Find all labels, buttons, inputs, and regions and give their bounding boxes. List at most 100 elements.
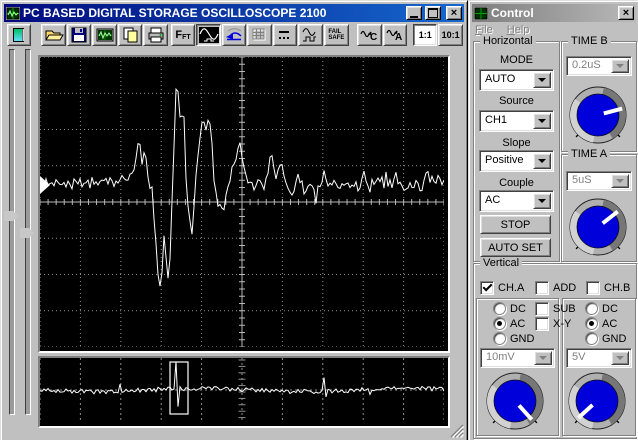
- scroll-mode-button[interactable]: [221, 24, 247, 46]
- fail-safe-label: FAIL SAFE: [328, 29, 345, 41]
- save-floppy-icon: [71, 27, 87, 43]
- gnd-label: GND: [602, 332, 627, 345]
- chb-dc-radio[interactable]: [585, 302, 598, 315]
- horizontal-group: Horizontal MODE AUTO Source CH1 Slope Po…: [473, 35, 560, 262]
- slope-combobox[interactable]: Positive: [479, 150, 554, 172]
- chb-volts-knob[interactable]: [566, 370, 628, 432]
- cha-dc-row: DC: [493, 302, 526, 315]
- fft-button[interactable]: F FT: [170, 24, 196, 46]
- add-checkbox-row: ADD: [535, 281, 576, 295]
- chb-gnd-radio[interactable]: [585, 332, 598, 345]
- probe-cal-a-button[interactable]: A: [382, 24, 407, 46]
- time-b-dropdown-arrow: [611, 59, 629, 73]
- time-a-knob[interactable]: [567, 196, 629, 258]
- add-checkbox[interactable]: [535, 281, 549, 295]
- line-style-button[interactable]: [272, 24, 298, 46]
- minimize-button[interactable]: [406, 6, 422, 20]
- chb-checkbox-row: CH.B: [586, 281, 630, 295]
- mode-dropdown-arrow[interactable]: [533, 72, 551, 88]
- chb-gnd-row: GND: [585, 332, 626, 345]
- chb-volts-combobox: 5V: [566, 348, 632, 368]
- grid-button: [247, 24, 272, 46]
- chevron-down-icon: [538, 159, 546, 167]
- maximize-button[interactable]: [425, 6, 441, 20]
- ac-label: AC: [510, 317, 526, 330]
- cha-volts-combobox: 10mV: [480, 348, 555, 368]
- open-button[interactable]: [41, 24, 66, 46]
- main-window-title: PC BASED DIGITAL STORAGE OSCILLOSCOPE 21…: [23, 6, 327, 20]
- position-slider-thumb-2[interactable]: [20, 228, 34, 238]
- time-a-group: TIME A 5uS: [561, 148, 637, 262]
- svg-text:A: A: [395, 32, 402, 43]
- probe-1to1-button[interactable]: 1:1: [412, 24, 438, 46]
- control-window-title: Control: [491, 6, 534, 20]
- save-button[interactable]: [66, 24, 92, 46]
- gnd-label: GND: [510, 332, 535, 345]
- chb-ac-row: AC: [585, 317, 617, 330]
- exit-button[interactable]: [7, 24, 32, 46]
- maximize-icon: [428, 8, 438, 18]
- close-button[interactable]: ×: [446, 6, 462, 20]
- resize-grip[interactable]: [448, 422, 464, 438]
- printer-icon: [148, 27, 164, 43]
- vertical-group-label: Vertical: [480, 257, 523, 269]
- fail-safe-button[interactable]: FAIL SAFE: [323, 24, 350, 46]
- time-a-dropdown-arrow: [611, 174, 629, 188]
- cha-gnd-radio[interactable]: [493, 332, 506, 345]
- probe-10to1-button[interactable]: 10:1: [438, 24, 463, 46]
- chb-ac-radio[interactable]: [585, 317, 598, 330]
- chevron-down-icon: [539, 356, 547, 364]
- vertical-group: Vertical CH.A ADD CH.B DC AC GND SUB X-Y…: [473, 257, 637, 439]
- couple-combobox[interactable]: AC: [479, 190, 554, 212]
- main-window: PC BASED DIGITAL STORAGE OSCILLOSCOPE 21…: [0, 0, 468, 440]
- blue-scroll-arrow-icon: [225, 28, 242, 41]
- source-dropdown-arrow[interactable]: [533, 113, 551, 129]
- add-label: ADD: [553, 282, 577, 294]
- probe-cal-c-button[interactable]: C: [357, 24, 382, 46]
- chb-checkbox[interactable]: [586, 281, 600, 295]
- auto-set-button[interactable]: AUTO SET: [480, 238, 551, 257]
- capture-screen-button[interactable]: [92, 24, 117, 46]
- time-b-label: TIME B: [568, 35, 611, 47]
- slope-dropdown-arrow[interactable]: [533, 153, 551, 169]
- time-b-knob[interactable]: [567, 84, 629, 146]
- sub-checkbox[interactable]: [535, 302, 549, 316]
- control-app-icon: [474, 6, 488, 20]
- cha-ac-radio[interactable]: [493, 317, 506, 330]
- probe-wave-a-icon: A: [386, 29, 402, 43]
- dc-label: DC: [510, 302, 526, 315]
- cha-dc-radio[interactable]: [493, 302, 506, 315]
- waveform-display-button[interactable]: [196, 24, 221, 46]
- time-a-combobox: 5uS: [566, 171, 632, 191]
- xy-checkbox[interactable]: [535, 317, 549, 331]
- dc-label: DC: [602, 302, 618, 315]
- cha-checkbox[interactable]: [480, 281, 494, 295]
- ac-label: AC: [602, 317, 618, 330]
- sub-checkbox-row: SUB: [535, 302, 576, 316]
- chb-label: CH.B: [604, 282, 631, 294]
- main-titlebar: PC BASED DIGITAL STORAGE OSCILLOSCOPE 21…: [4, 4, 464, 22]
- preview-display: [39, 358, 445, 422]
- control-titlebar: Control ×: [472, 4, 636, 22]
- preview-display-frame[interactable]: [38, 356, 450, 428]
- position-slider-thumb-1[interactable]: [4, 211, 18, 221]
- print-button[interactable]: [143, 24, 168, 46]
- copy-pages-icon: [123, 27, 138, 43]
- copy-button[interactable]: [117, 24, 143, 46]
- control-window: Control × File Help Horizontal MODE AUTO…: [468, 0, 638, 440]
- mode-combobox[interactable]: AUTO: [479, 69, 554, 91]
- close-icon: ×: [622, 6, 630, 19]
- chevron-down-icon: [616, 179, 624, 187]
- scope-screen-icon: [96, 28, 114, 42]
- source-combobox[interactable]: CH1: [479, 110, 554, 132]
- source-label: Source: [499, 95, 534, 107]
- sub-label: SUB: [553, 303, 576, 315]
- cha-volts-knob[interactable]: [484, 370, 546, 432]
- control-close-button[interactable]: ×: [618, 6, 634, 20]
- position-slider-track-1[interactable]: [9, 49, 15, 415]
- scope-display-frame[interactable]: [38, 55, 450, 353]
- cha-ac-row: AC: [493, 317, 525, 330]
- couple-dropdown-arrow[interactable]: [533, 193, 551, 209]
- stop-button[interactable]: STOP: [480, 215, 551, 234]
- interpolation-button[interactable]: [298, 24, 323, 46]
